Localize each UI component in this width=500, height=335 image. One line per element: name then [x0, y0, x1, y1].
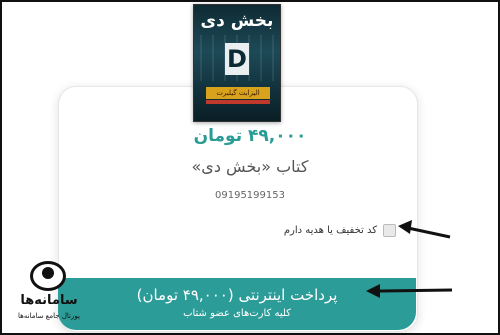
discount-option[interactable]: کد تخفیف یا هدیه دارم: [262, 221, 396, 239]
cover-letter: D: [225, 43, 249, 75]
discount-label: کد تخفیف یا هدیه دارم: [283, 224, 377, 236]
cover-author: الیزابت گیلبرت: [206, 87, 270, 99]
user-icon: [42, 267, 54, 279]
watermark-brand: سامانه‌ها: [20, 293, 78, 308]
cover-band: [206, 100, 270, 104]
pay-button-label: پرداخت اینترنتی (۴۹,۰۰۰ تومان): [136, 286, 338, 304]
pay-online-button[interactable]: پرداخت اینترنتی (۴۹,۰۰۰ تومان) کلیه کارت…: [58, 278, 416, 330]
pay-button-subtext: کلیه کارت‌های عضو شتاب: [183, 308, 291, 319]
product-name: کتاب «بخش دی»: [191, 157, 309, 176]
phone-number: 09195199153: [215, 190, 285, 201]
book-cover-image: بخش دی D الیزابت گیلبرت: [193, 4, 281, 122]
watermark-tagline: پورتال جامع سامانه‌ها: [18, 312, 80, 320]
discount-checkbox[interactable]: [383, 223, 396, 237]
site-watermark-logo: سامانه‌ها پورتال جامع سامانه‌ها: [6, 259, 92, 329]
cover-title: بخش دی: [200, 11, 274, 31]
product-price: ۴۹,۰۰۰ تومان: [193, 126, 307, 146]
